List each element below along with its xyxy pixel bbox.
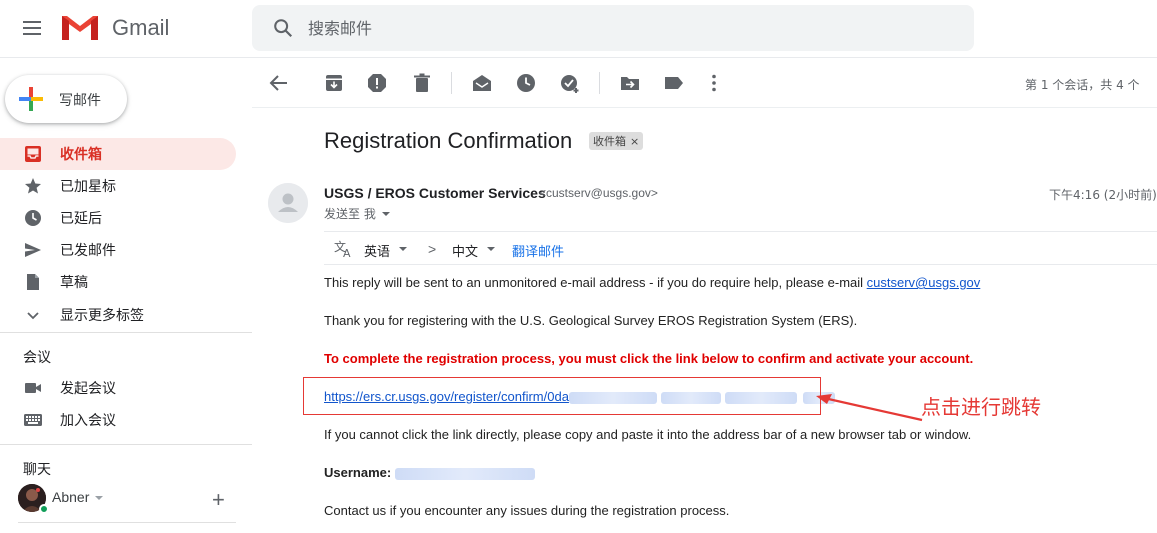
inbox-icon (25, 146, 41, 162)
redacted-blur (394, 467, 535, 480)
recipients-label[interactable]: 发送至 我 (324, 205, 376, 222)
sidebar-item-more[interactable]: 显示更多标签 (0, 299, 236, 331)
email-view: Registration Confirmation 收件箱 × USGS / E… (252, 108, 1157, 533)
source-language-caret-icon[interactable] (399, 247, 407, 251)
label-chip-text: 收件箱 (593, 135, 626, 148)
keyboard-icon (24, 414, 42, 426)
translate-message-link[interactable]: 翻译邮件 (512, 241, 564, 260)
search-input[interactable] (308, 5, 908, 51)
chat-user-row[interactable]: Abner + (18, 483, 248, 514)
recipient-details-caret-icon[interactable] (382, 212, 390, 216)
sender-email: <custserv@usgs.gov> (539, 186, 658, 200)
sidebar-divider (0, 332, 252, 333)
mark-unread-icon[interactable] (471, 72, 493, 94)
body-line-contact: Contact us if you encounter any issues d… (324, 503, 730, 518)
send-icon (25, 243, 41, 257)
translate-icon: 文A (334, 239, 351, 258)
sidebar-item-label: 已延后 (60, 211, 102, 227)
clock-icon (25, 210, 41, 226)
meet-heading: 会议 (23, 350, 51, 366)
star-icon (25, 178, 41, 194)
body-line-instructions: To complete the registration process, yo… (324, 351, 974, 366)
sidebar-item-label: 草稿 (60, 275, 88, 291)
sidebar-item-label: 显示更多标签 (60, 308, 144, 324)
delete-icon[interactable] (411, 72, 433, 94)
body-line-copy-instructions: If you cannot click the link directly, p… (324, 427, 972, 442)
target-language-caret-icon[interactable] (487, 247, 495, 251)
sidebar-item-snoozed[interactable]: 已延后 (0, 202, 236, 234)
top-bar: Gmail (0, 0, 1157, 58)
sidebar-item-label: 收件箱 (60, 147, 102, 163)
compose-button[interactable]: 写邮件 (5, 75, 127, 123)
search-bar[interactable] (252, 5, 974, 51)
body-line-help: This reply will be sent to an unmonitore… (324, 275, 980, 290)
username-label: Username: (324, 465, 392, 480)
sender-avatar[interactable] (268, 183, 308, 223)
custserv-email-link[interactable]: custserv@usgs.gov (867, 275, 981, 290)
source-language-select[interactable]: 英语 (364, 241, 390, 260)
compose-plus-icon (19, 87, 43, 111)
svg-text:A: A (343, 247, 351, 258)
annotation-text: 点击进行跳转 (921, 395, 1041, 419)
inbox-label-chip[interactable]: 收件箱 × (589, 132, 644, 150)
email-subject: Registration Confirmation (324, 128, 573, 153)
chat-user-name: Abner (52, 489, 90, 505)
move-to-icon[interactable] (619, 72, 641, 94)
sidebar-item-inbox[interactable]: 收件箱 (0, 138, 236, 170)
message-toolbar: 第 1 个会话，共 4 个 (252, 58, 1157, 108)
gmail-logo[interactable] (60, 12, 100, 42)
annotation-arrow-icon (816, 394, 923, 422)
sidebar-divider (0, 444, 252, 445)
translate-bar: 文A 英语 > 中文 翻译邮件 (324, 231, 1157, 265)
online-status-icon (39, 504, 49, 514)
sidebar-item-join-meeting[interactable]: 加入会议 (0, 404, 236, 436)
sidebar-divider (18, 522, 236, 523)
add-task-icon[interactable] (559, 72, 581, 94)
sidebar-item-starred[interactable]: 已加星标 (0, 170, 236, 202)
new-chat-plus-icon[interactable]: + (212, 487, 225, 513)
body-line-thanks: Thank you for registering with the U.S. … (324, 313, 858, 328)
compose-label: 写邮件 (59, 93, 101, 109)
toolbar-separator (451, 72, 452, 94)
sidebar-item-new-meeting[interactable]: 发起会议 (0, 372, 236, 404)
link-highlight-box (303, 377, 821, 415)
sidebar-item-drafts[interactable]: 草稿 (0, 266, 236, 298)
chevron-down-icon (27, 312, 39, 320)
video-camera-icon (25, 383, 41, 393)
sidebar-item-label: 已发邮件 (60, 243, 116, 259)
body-text: This reply will be sent to an unmonitore… (324, 275, 867, 290)
conversation-pager: 第 1 个会话，共 4 个 (1025, 78, 1140, 92)
report-spam-icon[interactable] (366, 72, 388, 94)
toolbar-separator (599, 72, 600, 94)
back-arrow-icon[interactable] (268, 72, 290, 94)
sidebar-item-label: 已加星标 (60, 179, 116, 195)
chat-status-caret-icon[interactable] (95, 496, 103, 500)
hamburger-menu-icon[interactable] (14, 12, 50, 44)
sidebar: 写邮件 收件箱 已加星标 已延后 已发邮件 草稿 显示更多标签 会议 发起会议 … (0, 58, 252, 533)
app-name: Gmail (112, 15, 170, 40)
chat-heading: 聊天 (23, 462, 51, 478)
target-language-select[interactable]: 中文 (452, 241, 478, 260)
draft-icon (27, 274, 39, 290)
sender-name[interactable]: USGS / EROS Customer Services (324, 185, 546, 201)
sidebar-item-label: 发起会议 (60, 381, 116, 397)
body-line-username: Username: (324, 465, 535, 480)
search-icon[interactable] (272, 17, 294, 39)
label-icon[interactable] (663, 72, 685, 94)
sidebar-item-label: 加入会议 (60, 413, 116, 429)
sidebar-item-sent[interactable]: 已发邮件 (0, 234, 236, 266)
email-timestamp: 下午4:16 (2小时前) (1049, 188, 1157, 202)
translate-arrow-icon: > (428, 241, 437, 257)
archive-icon[interactable] (323, 72, 345, 94)
remove-label-icon[interactable]: × (630, 135, 639, 148)
snooze-icon[interactable] (515, 72, 537, 94)
more-vert-icon[interactable] (703, 72, 725, 94)
